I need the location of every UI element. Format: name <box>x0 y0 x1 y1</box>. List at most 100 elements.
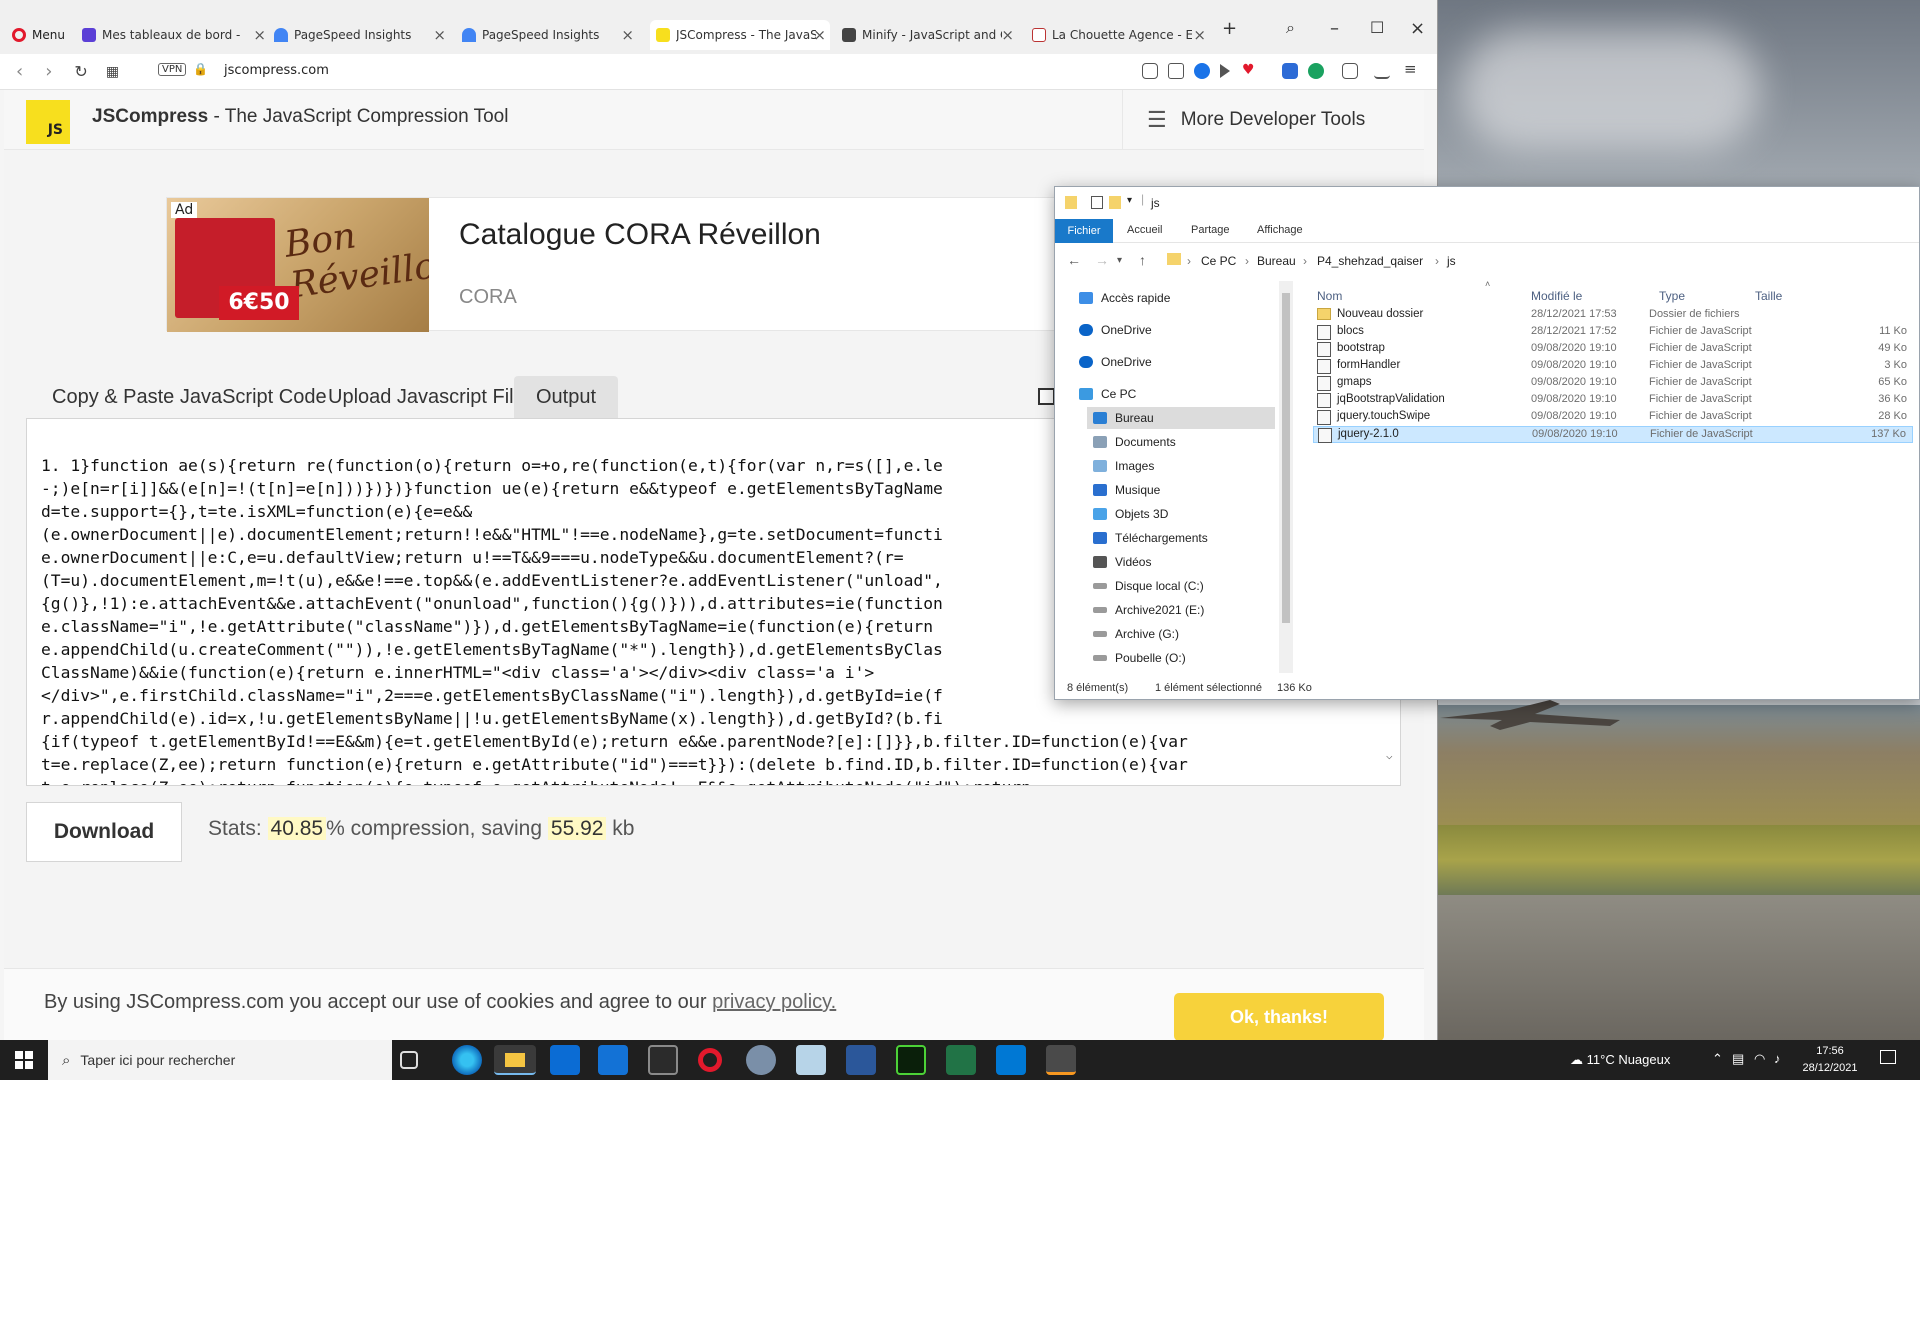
ribbon-tab-accueil[interactable]: Accueil <box>1127 224 1162 236</box>
nav-item-archive2021-e[interactable]: Archive2021 (E:) <box>1093 599 1204 621</box>
tab-close-icon[interactable]: × <box>1193 26 1206 44</box>
quick-access-dropdown-icon[interactable]: ▾ <box>1127 195 1132 206</box>
easy-setup-icon[interactable]: ≡ <box>1404 60 1420 78</box>
vpn-badge[interactable]: VPN <box>158 63 187 76</box>
options-checkbox[interactable] <box>1038 388 1055 405</box>
recent-dropdown-icon[interactable]: ▾ <box>1117 255 1122 266</box>
calculator-icon[interactable] <box>648 1045 678 1075</box>
nav-item-videos[interactable]: Vidéos <box>1093 551 1151 573</box>
url-field[interactable]: jscompress.com <box>224 63 329 78</box>
maximize-icon[interactable]: ☐ <box>1370 18 1384 37</box>
tab-close-icon[interactable]: × <box>433 26 446 44</box>
ribbon-tab-fichier[interactable]: Fichier <box>1055 219 1113 243</box>
taskbar-clock[interactable]: 17:56 28/12/2021 <box>1790 1043 1870 1077</box>
nav-item-bureau[interactable]: Bureau <box>1087 407 1275 429</box>
nav-item-quick-access[interactable]: Accès rapide <box>1079 287 1170 309</box>
close-window-icon[interactable]: × <box>1410 18 1425 39</box>
folder-row[interactable]: Nouveau dossier 28/12/2021 17:53 Dossier d… <box>1313 307 1913 324</box>
jscompress-logo[interactable]: JS <box>26 100 70 144</box>
tab-close-icon[interactable]: × <box>1001 26 1014 44</box>
speed-dial-grid-icon[interactable]: ▦ <box>106 64 119 80</box>
scroll-down-icon[interactable]: ⌵ <box>1386 744 1393 767</box>
word-icon[interactable] <box>846 1045 876 1075</box>
reload-icon[interactable]: ↻ <box>74 62 87 81</box>
grammarly-icon[interactable] <box>1308 63 1324 79</box>
browser-tab-active[interactable]: JSCompress - The JavaSc × <box>650 20 830 50</box>
tab-search-icon[interactable]: ⌕ <box>1286 18 1295 38</box>
vscode-icon[interactable] <box>996 1045 1026 1075</box>
browser-tab[interactable]: Minify - JavaScript and CS × <box>842 20 1018 50</box>
send-icon[interactable] <box>1220 64 1230 78</box>
up-arrow-icon[interactable]: ↑ <box>1139 252 1146 268</box>
nav-item-disque-c[interactable]: Disque local (C:) <box>1093 575 1204 597</box>
nav-item-archive-g[interactable]: Archive (G:) <box>1093 623 1179 645</box>
notes-icon[interactable] <box>796 1045 826 1075</box>
translate-icon[interactable] <box>1282 63 1298 79</box>
start-button[interactable] <box>0 1040 48 1080</box>
download-button[interactable]: Download <box>26 802 182 862</box>
new-folder-icon[interactable] <box>1109 196 1121 209</box>
file-row[interactable]: jquery.touchSwipe 09/08/2020 19:10 Fichier… <box>1313 409 1913 426</box>
browser-tab[interactable]: La Chouette Agence - Ent × <box>1032 20 1210 50</box>
nav-item-poubelle-o[interactable]: Poubelle (O:) <box>1093 647 1186 669</box>
nav-item-telechargements[interactable]: Téléchargements <box>1093 527 1208 549</box>
store-icon[interactable] <box>550 1045 580 1075</box>
file-row[interactable]: jqBootstrapValidation 09/08/2020 19:10 Fic… <box>1313 392 1913 409</box>
file-row[interactable]: bootstrap 09/08/2020 19:10 Fichier de Java… <box>1313 341 1913 358</box>
task-view-icon[interactable] <box>400 1051 418 1069</box>
notifications-icon[interactable] <box>1880 1050 1896 1064</box>
tray-chevron-icon[interactable]: ⌃ <box>1712 1051 1723 1067</box>
wifi-icon[interactable]: ◠ <box>1754 1051 1765 1067</box>
lock-icon[interactable]: 🔒 <box>193 62 208 76</box>
column-header-type[interactable]: Type <box>1659 289 1685 303</box>
file-row[interactable]: jquery-2.1.0 09/08/2020 19:10 Fichier de J… <box>1313 426 1913 443</box>
browser-tab[interactable]: PageSpeed Insights × <box>274 20 450 50</box>
downloads-icon[interactable] <box>1374 63 1390 79</box>
network-icon[interactable]: ▤ <box>1732 1051 1744 1067</box>
privacy-policy-link[interactable]: privacy policy. <box>712 991 836 1013</box>
ribbon-tab-partage[interactable]: Partage <box>1191 224 1230 236</box>
tab-copy-paste[interactable]: Copy & Paste JavaScript Code <box>30 376 349 418</box>
file-row[interactable]: gmaps 09/08/2020 19:10 Fichier de JavaScri… <box>1313 375 1913 392</box>
back-arrow-icon[interactable]: ‹ <box>16 61 23 82</box>
sublime-text-icon[interactable] <box>1046 1045 1076 1075</box>
browser-tab[interactable]: PageSpeed Insights × <box>462 20 638 50</box>
breadcrumb-ce-pc[interactable]: Ce PC <box>1201 254 1236 268</box>
opera-menu-button[interactable]: Menu <box>12 20 65 50</box>
file-explorer-taskbar-icon[interactable] <box>494 1045 536 1075</box>
minimize-icon[interactable]: – <box>1330 18 1339 39</box>
camera-icon[interactable] <box>1168 63 1184 79</box>
cookie-ok-button[interactable]: Ok, thanks! <box>1174 993 1384 1041</box>
breadcrumb-bureau[interactable]: Bureau <box>1257 254 1296 268</box>
ribbon-tab-affichage[interactable]: Affichage <box>1257 224 1303 236</box>
nav-item-musique[interactable]: Musique <box>1093 479 1160 501</box>
breadcrumb-js[interactable]: js <box>1447 254 1456 268</box>
column-header-size[interactable]: Taille <box>1755 289 1782 303</box>
shield-icon[interactable] <box>1194 63 1210 79</box>
edge-icon[interactable] <box>452 1045 482 1075</box>
excel-icon[interactable] <box>946 1045 976 1075</box>
nav-item-objets-3d[interactable]: Objets 3D <box>1093 503 1168 525</box>
opera-taskbar-icon[interactable] <box>698 1048 722 1072</box>
nav-scrollbar-thumb[interactable] <box>1282 293 1290 623</box>
nav-item-ce-pc[interactable]: Ce PC <box>1079 383 1136 405</box>
file-row[interactable]: formHandler 09/08/2020 19:10 Fichier de Ja… <box>1313 358 1913 375</box>
file-row[interactable]: blocs 28/12/2021 17:52 Fichier de JavaScri… <box>1313 324 1913 341</box>
heart-icon[interactable]: ♥ <box>1242 62 1258 78</box>
tab-close-icon[interactable]: × <box>621 26 634 44</box>
back-arrow-icon[interactable]: ← <box>1067 252 1081 268</box>
nav-item-onedrive[interactable]: OneDrive <box>1079 351 1152 373</box>
snapshot-icon[interactable] <box>1142 63 1158 79</box>
extensions-cube-icon[interactable] <box>1342 63 1358 79</box>
tab-close-icon[interactable]: × <box>813 26 826 44</box>
advertisement-banner[interactable]: Bon Réveillon! 6€50 Ad Catalogue CORA Ré… <box>166 197 1066 332</box>
mail-icon[interactable] <box>598 1045 628 1075</box>
browser-tab[interactable]: Mes tableaux de bord - M × <box>82 20 270 50</box>
more-developer-tools-button[interactable]: ☰ More Developer Tools <box>1122 90 1424 150</box>
nav-item-onedrive[interactable]: OneDrive <box>1079 319 1152 341</box>
column-header-date[interactable]: Modifié le <box>1531 289 1582 303</box>
forward-arrow-icon[interactable]: › <box>45 61 52 82</box>
volume-icon[interactable]: ♪ <box>1774 1051 1781 1066</box>
taskbar-search-box[interactable]: ⌕ Taper ici pour rechercher <box>48 1040 392 1080</box>
properties-icon[interactable] <box>1091 196 1103 209</box>
